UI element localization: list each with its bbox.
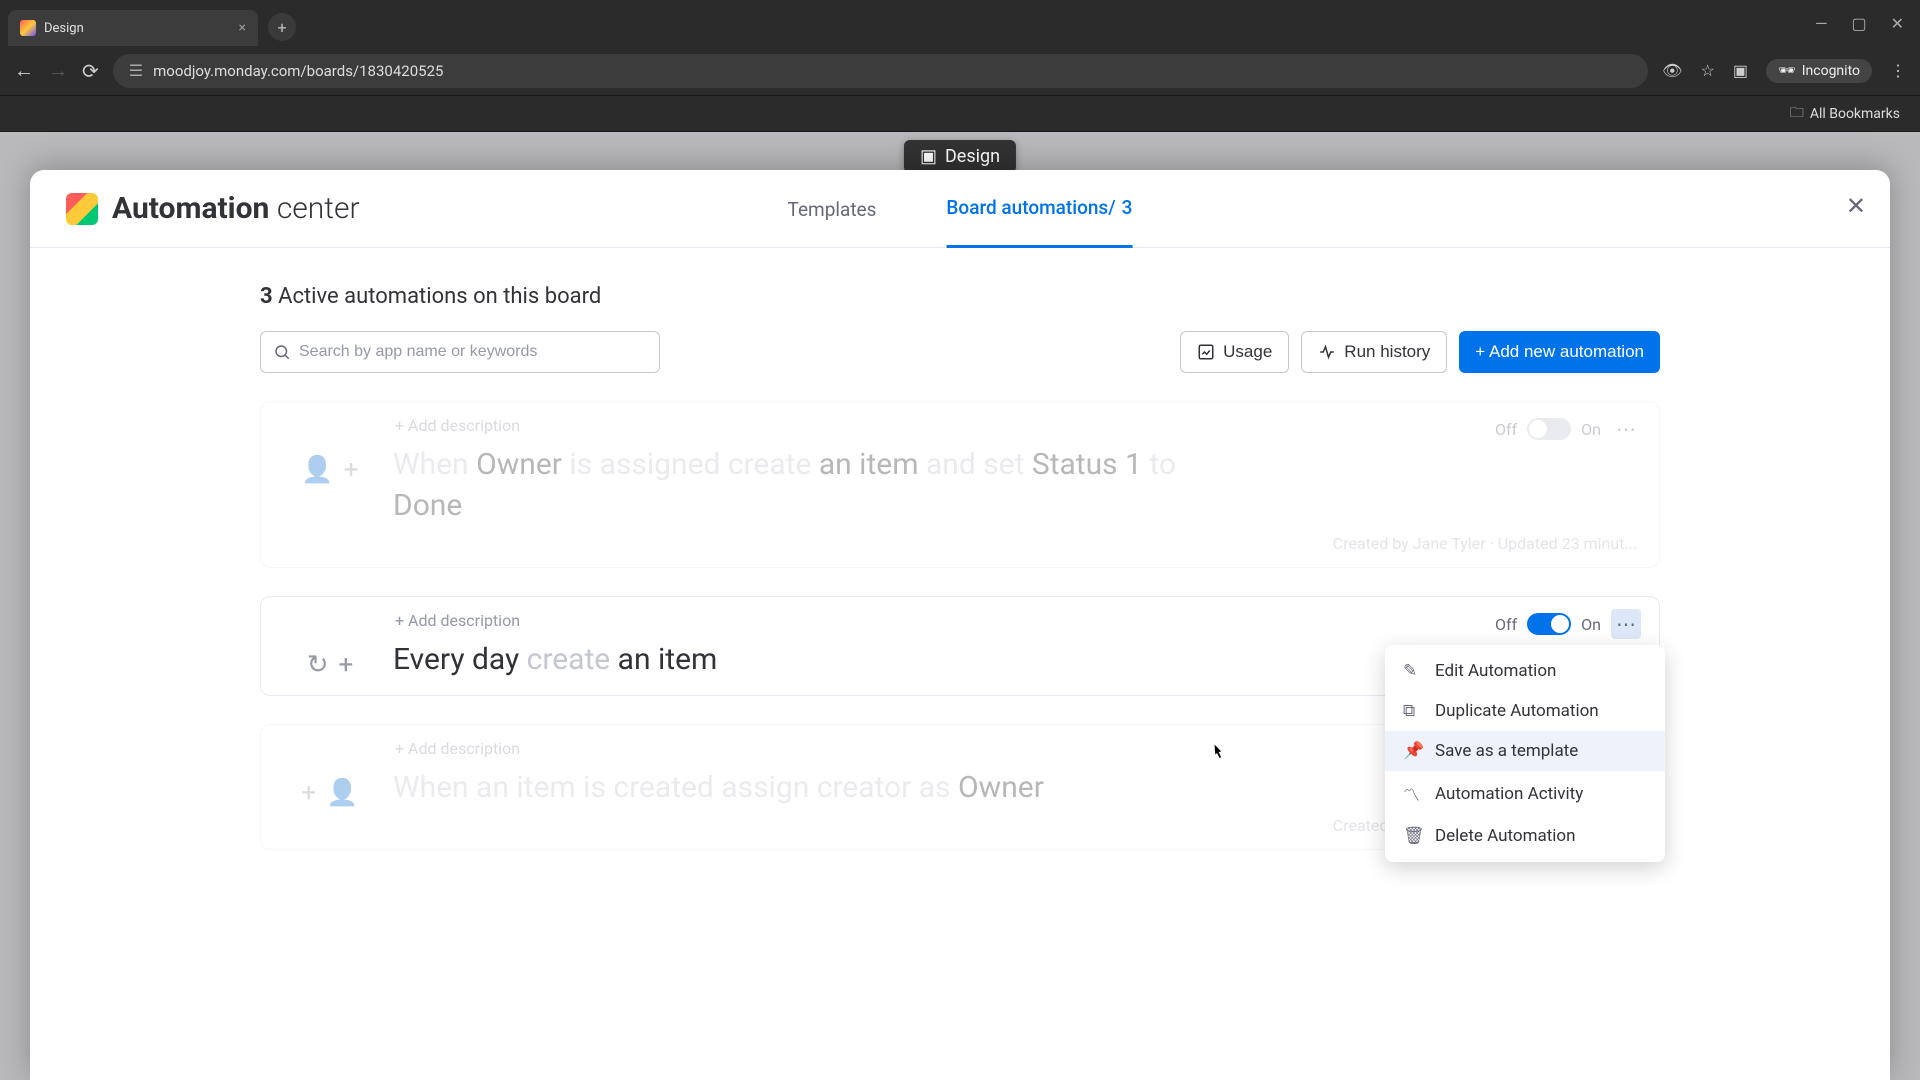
menu-automation-activity[interactable]: 〽 Automation Activity <box>1385 771 1665 816</box>
summary-line: 3 Active automations on this board <box>260 284 1660 309</box>
url-field[interactable]: ☰ moodjoy.monday.com/boards/1830420525 <box>113 54 1648 88</box>
card-meta: Created by Jane Tyler · Updated 23 minut… <box>285 534 1637 553</box>
activity-icon: 〽 <box>1403 781 1421 806</box>
reload-button[interactable]: ⟳ <box>82 59 99 83</box>
pin-icon: 📌 <box>1403 741 1421 761</box>
menu-duplicate-automation[interactable]: ⧉ Duplicate Automation <box>1385 691 1665 731</box>
incognito-label: Incognito <box>1802 63 1860 79</box>
minimize-icon[interactable]: — <box>1815 14 1828 33</box>
modal-title: Automation center <box>112 191 360 226</box>
tab-board-automations[interactable]: Board automations / 3 <box>946 170 1132 248</box>
kebab-menu-icon[interactable]: ⋮ <box>1890 61 1906 80</box>
menu-save-template[interactable]: 📌 Save as a template <box>1385 731 1665 771</box>
repeat-icon: ↻ <box>307 650 329 680</box>
back-button[interactable]: ← <box>14 58 34 83</box>
url-text: moodjoy.monday.com/boards/1830420525 <box>153 62 443 80</box>
off-label: Off <box>1495 615 1517 634</box>
toggle-switch[interactable] <box>1527 613 1571 635</box>
menu-edit-automation[interactable]: ✎ Edit Automation <box>1385 651 1665 691</box>
forward-button: → <box>48 58 68 83</box>
maximize-icon[interactable]: ▢ <box>1851 14 1866 33</box>
usage-button[interactable]: Usage <box>1180 331 1289 373</box>
site-info-icon[interactable]: ☰ <box>129 61 143 80</box>
modal-body: 3 Active automations on this board Usage… <box>30 248 1890 850</box>
star-icon[interactable]: ☆ <box>1700 61 1714 80</box>
browser-tab-strip: Design × + — ▢ ✕ <box>0 0 1920 46</box>
window-controls: — ▢ ✕ <box>1815 14 1912 33</box>
new-tab-button[interactable]: + <box>268 13 296 41</box>
chart-icon <box>1197 343 1215 361</box>
automation-center-modal: Automation center Templates Board automa… <box>30 170 1890 1080</box>
plus-icon: + <box>344 455 359 485</box>
favicon <box>20 20 36 36</box>
automation-sentence: When Owner is assigned create an item an… <box>393 445 1637 526</box>
person-icon: 👤 <box>301 455 333 485</box>
copy-icon: ⧉ <box>1403 701 1421 721</box>
incognito-icon: 🕶 <box>1778 63 1796 79</box>
close-window-icon[interactable]: ✕ <box>1891 14 1904 33</box>
page-pill-label: Design <box>945 146 1000 167</box>
on-label: On <box>1581 615 1601 634</box>
panel-icon[interactable]: ▣ <box>1733 61 1748 80</box>
pencil-icon: ✎ <box>1403 661 1421 681</box>
automation-card[interactable]: + Add description Off On ⋯ ↻ + Every day… <box>260 596 1660 696</box>
modal-tabs: Templates Board automations / 3 <box>788 170 1133 248</box>
plus-icon: + <box>301 778 316 808</box>
search-input[interactable] <box>260 331 660 373</box>
close-tab-icon[interactable]: × <box>239 20 246 36</box>
toggle-switch[interactable] <box>1527 418 1571 440</box>
card-controls: Off On ⋯ <box>1495 609 1641 639</box>
panel-icon: ▣ <box>920 146 937 167</box>
card-controls: Off On ⋯ <box>1495 414 1641 444</box>
more-menu-button[interactable]: ⋯ <box>1611 609 1641 639</box>
address-bar: ← → ⟳ ☰ moodjoy.monday.com/boards/183042… <box>0 46 1920 96</box>
on-label: On <box>1581 420 1601 439</box>
tab-title: Design <box>44 21 231 36</box>
incognito-badge[interactable]: 🕶 Incognito <box>1766 59 1872 83</box>
bookmarks-bar: 🗀 All Bookmarks <box>0 96 1920 132</box>
automation-card[interactable]: + Add description Off On ⋯ 👤 + When Owne… <box>260 401 1660 568</box>
off-label: Off <box>1495 420 1517 439</box>
trash-icon: 🗑 <box>1403 826 1421 846</box>
mouse-cursor <box>1207 740 1227 766</box>
plus-icon: + <box>339 650 354 680</box>
person-icon: 👤 <box>326 778 358 808</box>
monday-logo-icon <box>66 193 98 225</box>
run-history-button[interactable]: Run history <box>1301 331 1447 373</box>
modal-header: Automation center Templates Board automa… <box>30 170 1890 248</box>
menu-delete-automation[interactable]: 🗑 Delete Automation <box>1385 816 1665 856</box>
close-modal-button[interactable]: ✕ <box>1846 192 1866 220</box>
search-icon <box>273 343 291 361</box>
tab-templates[interactable]: Templates <box>788 170 877 248</box>
search-field[interactable] <box>299 343 647 361</box>
add-automation-button[interactable]: + Add new automation <box>1459 331 1660 373</box>
browser-tab[interactable]: Design × <box>8 10 258 46</box>
more-menu-button[interactable]: ⋯ <box>1611 414 1641 444</box>
context-menu: ✎ Edit Automation ⧉ Duplicate Automation… <box>1385 645 1665 862</box>
toolbar: Usage Run history + Add new automation <box>260 331 1660 373</box>
activity-icon <box>1318 343 1336 361</box>
page-title-pill: ▣ Design <box>904 140 1016 173</box>
folder-icon: 🗀 <box>1790 102 1804 126</box>
add-description-link[interactable]: + Add description <box>395 611 1637 630</box>
all-bookmarks-link[interactable]: All Bookmarks <box>1810 106 1900 122</box>
add-description-link[interactable]: + Add description <box>395 416 1637 435</box>
eye-off-icon[interactable]: 👁 <box>1662 61 1682 80</box>
